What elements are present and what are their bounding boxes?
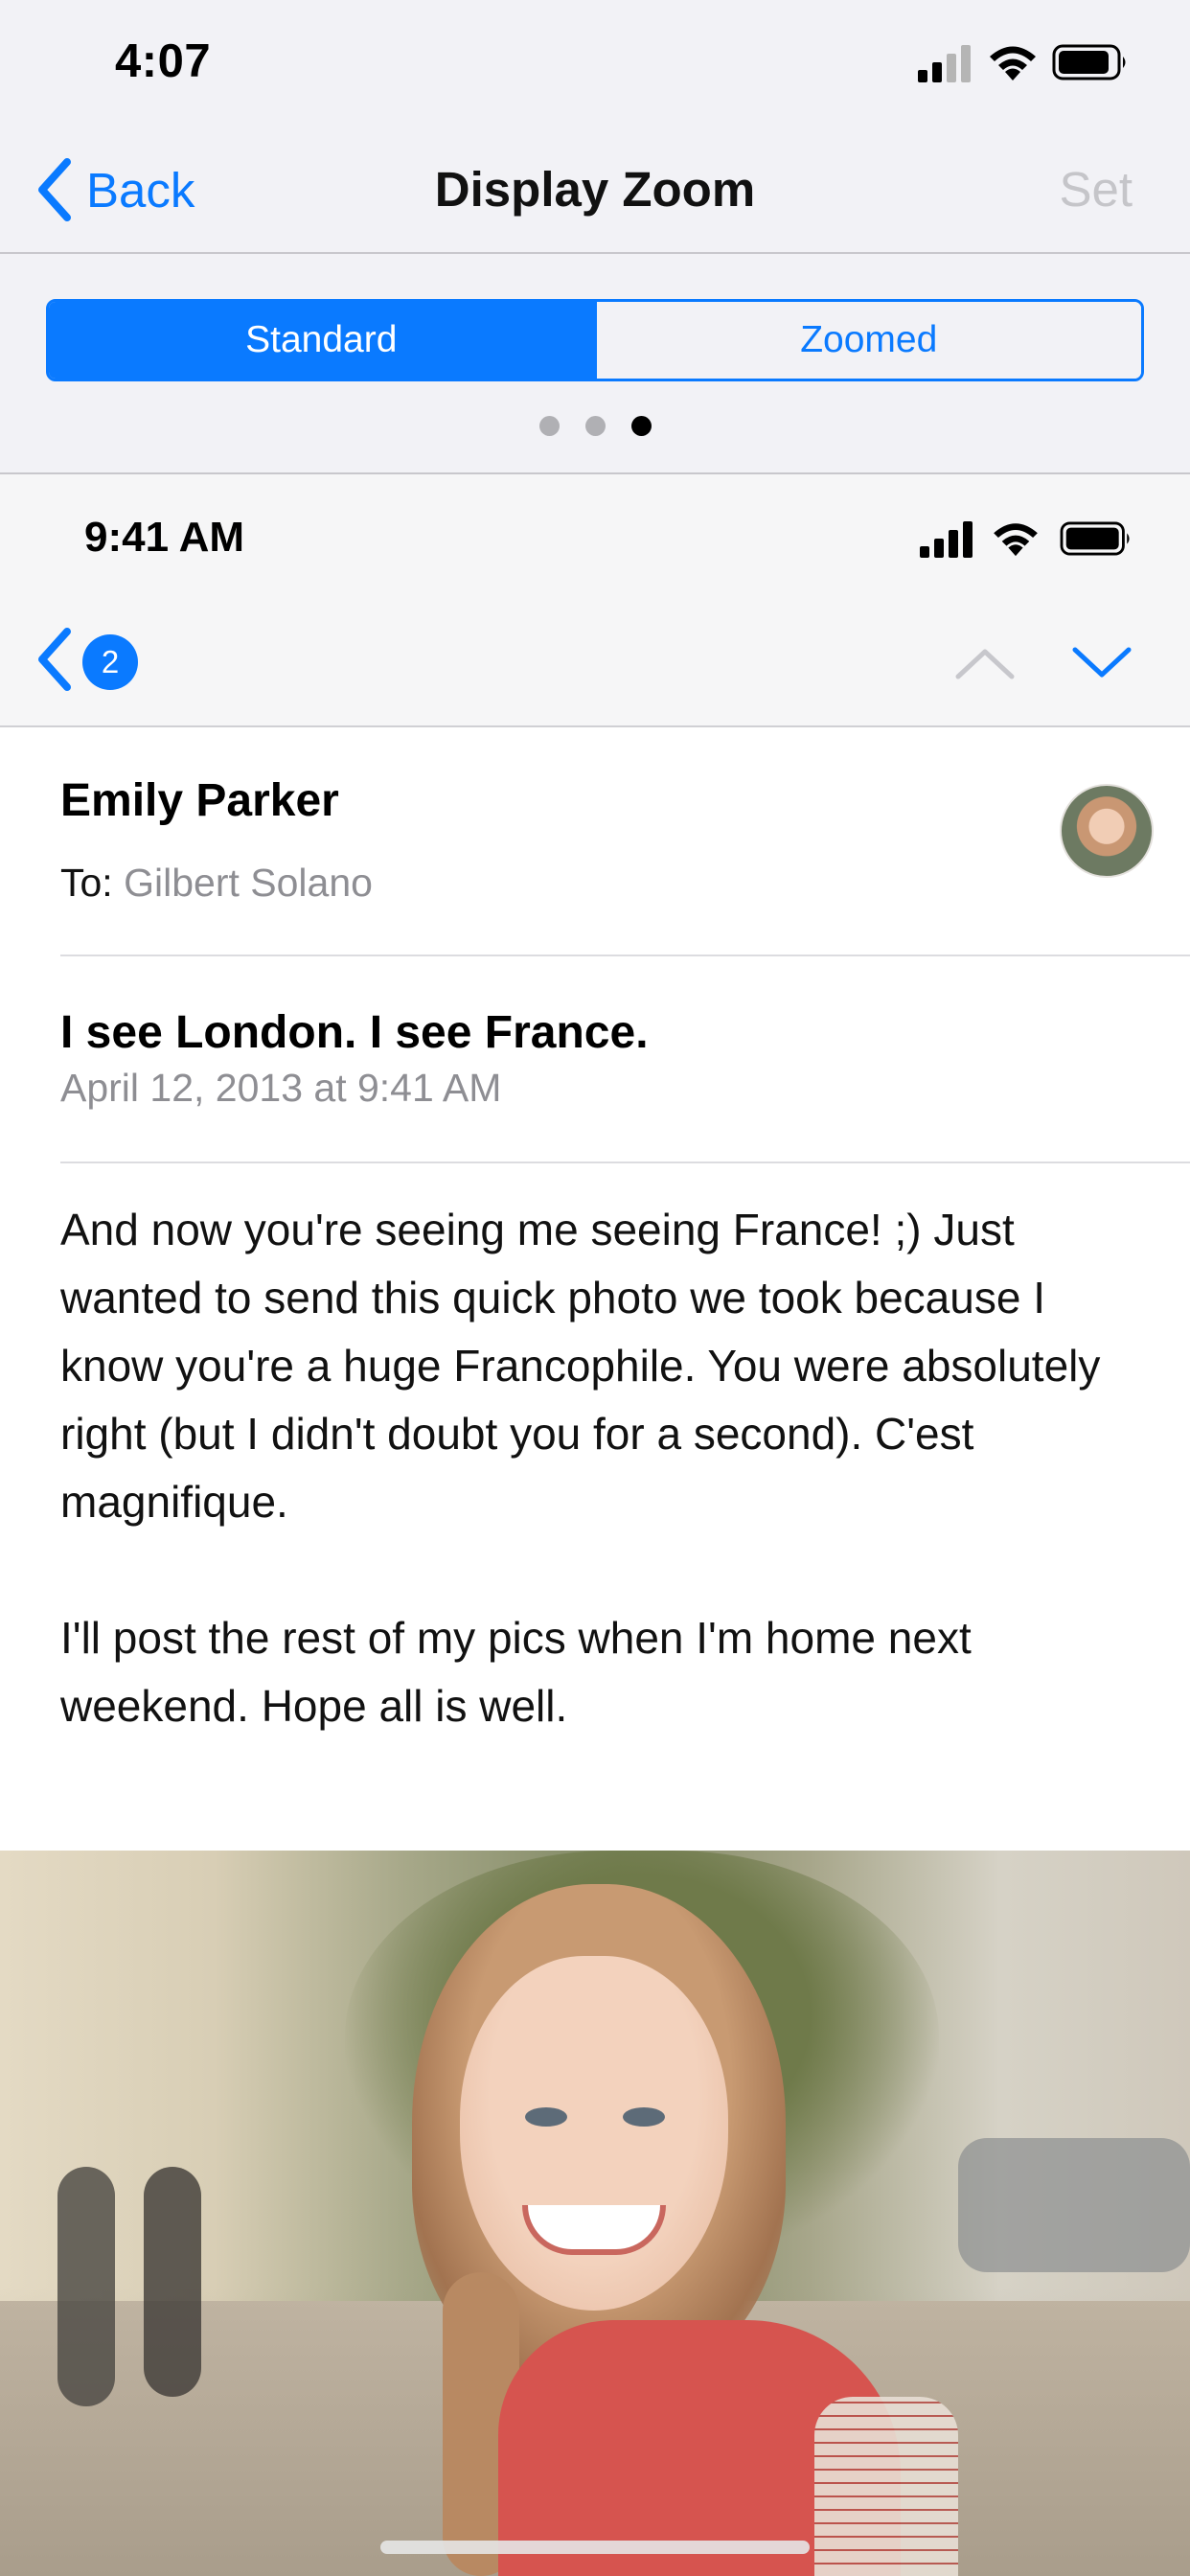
sender-avatar[interactable] bbox=[1060, 784, 1154, 878]
preview-wifi-icon bbox=[991, 519, 1041, 563]
page-dot[interactable] bbox=[538, 416, 560, 436]
next-message-button[interactable] bbox=[1071, 644, 1133, 687]
back-label: Back bbox=[86, 162, 195, 218]
page-dot[interactable] bbox=[584, 416, 606, 436]
set-button[interactable]: Set bbox=[1059, 161, 1133, 218]
preview-header bbox=[0, 474, 1190, 726]
navbar-divider bbox=[0, 252, 1190, 254]
body-paragraph: I'll post the rest of my pics when I'm h… bbox=[60, 1613, 972, 1731]
mail-subject: I see London. I see France. bbox=[60, 1007, 649, 1058]
previous-message-button[interactable] bbox=[954, 644, 1016, 687]
mail-nav-divider bbox=[0, 725, 1190, 727]
page-dot-current[interactable] bbox=[630, 416, 652, 436]
page-indicator[interactable] bbox=[0, 416, 1190, 436]
mail-date: April 12, 2013 at 9:41 AM bbox=[60, 1066, 502, 1110]
segment-zoomed[interactable]: Zoomed bbox=[593, 302, 1141, 379]
preview-cellular-signal-icon bbox=[920, 521, 975, 563]
mail-body: And now you're seeing me seeing France! … bbox=[60, 1196, 1133, 1740]
unread-count-badge: 2 bbox=[82, 633, 138, 690]
recipient-name[interactable]: Gilbert Solano bbox=[124, 861, 373, 905]
chevron-down-icon bbox=[1071, 647, 1133, 686]
preview-status-time: 9:41 AM bbox=[84, 514, 245, 561]
sender-name[interactable]: Emily Parker bbox=[60, 774, 339, 827]
battery-icon bbox=[1052, 44, 1129, 85]
attached-photo[interactable] bbox=[0, 1851, 1190, 2576]
wifi-icon bbox=[987, 42, 1039, 87]
mailbox-back-button[interactable]: 2 bbox=[34, 628, 138, 696]
chevron-left-icon bbox=[34, 628, 73, 696]
chevron-left-icon bbox=[34, 158, 73, 221]
recipient-line: To: Gilbert Solano bbox=[60, 861, 373, 906]
display-zoom-segmented-control[interactable]: Standard Zoomed bbox=[46, 299, 1144, 381]
home-indicator[interactable] bbox=[380, 2541, 810, 2554]
segment-standard[interactable]: Standard bbox=[49, 302, 594, 379]
to-label: To: bbox=[60, 861, 113, 905]
subject-divider bbox=[60, 1162, 1190, 1163]
chevron-up-icon bbox=[954, 649, 1016, 686]
cellular-signal-icon bbox=[918, 44, 973, 87]
back-button[interactable]: Back bbox=[34, 153, 195, 226]
header-divider bbox=[60, 954, 1190, 956]
body-paragraph: And now you're seeing me seeing France! … bbox=[60, 1205, 1101, 1527]
status-time: 4:07 bbox=[115, 35, 212, 87]
preview-battery-icon bbox=[1058, 521, 1134, 561]
